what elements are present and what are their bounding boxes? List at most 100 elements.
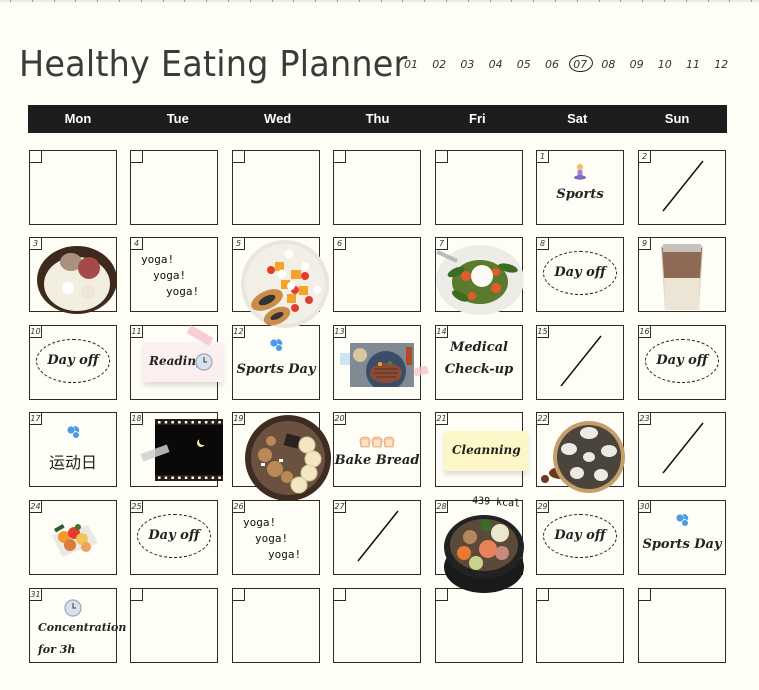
ruler-tick xyxy=(119,0,120,2)
day-cell-20[interactable]: 20 Bake Bread xyxy=(333,412,421,487)
day-number: 6 xyxy=(333,237,346,250)
day-cell-4[interactable]: 4 yoga! yoga! yoga! xyxy=(130,237,218,312)
day-cell-24[interactable]: 24 xyxy=(29,500,117,575)
diagonal-line xyxy=(537,326,623,399)
ruler-tick xyxy=(751,0,753,2)
day-number xyxy=(130,588,143,601)
day-cell-18[interactable]: 18 xyxy=(130,412,223,487)
empty-day-cell[interactable] xyxy=(130,588,218,663)
day-cell-13[interactable]: 13 xyxy=(333,325,429,400)
yoga-line: yoga! xyxy=(166,285,200,298)
day-number: 29 xyxy=(536,500,549,513)
day-number: 1 xyxy=(536,150,549,163)
note-text: Concentration xyxy=(38,621,127,634)
day-number: 13 xyxy=(333,325,346,338)
day-cell-14[interactable]: 14 Medical Check-up xyxy=(435,325,523,400)
weekday-thu: Thu xyxy=(365,111,390,126)
ruler-tick xyxy=(489,0,491,2)
day-cell-9[interactable]: 9 xyxy=(638,237,726,312)
note-text: Medical xyxy=(450,340,508,355)
month-02[interactable]: 02 xyxy=(432,58,446,71)
day-cell-29[interactable]: 29 Day off xyxy=(536,500,624,575)
day-cell-2[interactable]: 2 xyxy=(638,150,726,225)
empty-day-cell[interactable] xyxy=(536,588,624,663)
day-cell-19[interactable]: 19 xyxy=(232,412,331,501)
month-01[interactable]: 01 xyxy=(404,58,418,71)
empty-day-cell[interactable] xyxy=(232,150,320,225)
day-number: 12 xyxy=(232,325,245,338)
empty-day-cell[interactable] xyxy=(638,588,726,663)
month-11[interactable]: 11 xyxy=(686,58,700,71)
ruler-tick xyxy=(53,0,55,2)
ruler-tick xyxy=(642,0,644,2)
day-cell-1[interactable]: 1 Sports xyxy=(536,150,624,225)
empty-day-cell[interactable] xyxy=(435,150,523,225)
day-cell-11[interactable]: 11 Reading xyxy=(130,325,223,400)
ruler-tick xyxy=(620,0,622,2)
day-number xyxy=(435,588,448,601)
ruler-tick xyxy=(162,0,164,2)
month-05[interactable]: 05 xyxy=(517,58,531,71)
month-09[interactable]: 09 xyxy=(630,58,644,71)
day-cell-3[interactable]: 3 xyxy=(29,237,117,314)
month-03[interactable]: 03 xyxy=(460,58,474,71)
calorie-label: 439 kcal xyxy=(471,495,521,510)
ruler-tick xyxy=(337,0,338,2)
day-number: 18 xyxy=(130,412,143,425)
empty-day-cell[interactable] xyxy=(232,588,320,663)
empty-day-cell[interactable] xyxy=(29,150,117,225)
day-cell-16[interactable]: 16 Day off xyxy=(638,325,726,400)
note-text: Sports xyxy=(556,187,604,202)
empty-day-cell[interactable] xyxy=(333,588,421,663)
weekday-mon: Mon xyxy=(64,111,92,126)
granola-banana-bowl-photo xyxy=(243,415,333,506)
day-cell-8[interactable]: 8 Day off xyxy=(536,237,624,312)
day-cell-31[interactable]: 31 Concentration for 3h xyxy=(29,588,127,663)
yoga-line: yoga! xyxy=(268,548,302,561)
fruit-plate-photo xyxy=(237,240,333,335)
ruler-tick xyxy=(184,0,186,2)
day-cell-27[interactable]: 27 xyxy=(333,500,421,575)
day-cell-12[interactable]: 12 Sports Day xyxy=(232,325,320,400)
day-cell-23[interactable]: 23 xyxy=(638,412,726,487)
day-cell-26[interactable]: 26 yoga! yoga! yoga! xyxy=(232,500,320,575)
ruler-tick xyxy=(424,0,426,2)
day-number: 28 xyxy=(435,500,448,513)
day-off-label: Day off xyxy=(554,528,606,543)
empty-day-cell[interactable] xyxy=(130,150,218,225)
steak-dinner-photo xyxy=(340,343,429,392)
day-cell-6[interactable]: 6 xyxy=(333,237,421,312)
day-cell-7[interactable]: 7 xyxy=(435,237,524,315)
day-cell-25[interactable]: 25 Day off xyxy=(130,500,218,575)
note-text: Bake Bread xyxy=(334,453,420,468)
iced-latte-photo xyxy=(659,240,705,317)
day-number: 25 xyxy=(130,500,143,513)
ruler-tick xyxy=(555,0,556,2)
month-07[interactable]: 07 xyxy=(573,58,587,71)
day-cell-17[interactable]: 17 运动日 xyxy=(29,412,117,487)
month-10[interactable]: 10 xyxy=(658,58,672,71)
month-08[interactable]: 08 xyxy=(601,58,615,71)
day-number: 2 xyxy=(638,150,651,163)
day-cell-28[interactable]: 28 439 kcal xyxy=(435,495,524,593)
month-04[interactable]: 04 xyxy=(489,58,503,71)
day-number xyxy=(130,150,143,163)
day-cell-10[interactable]: 10 Day off xyxy=(29,325,117,400)
empty-day-cell[interactable] xyxy=(333,150,421,225)
day-cell-5[interactable]: 5 xyxy=(232,237,329,328)
ruler-tick xyxy=(97,0,99,2)
sweat-droplets-icon xyxy=(639,513,725,532)
day-number: 21 xyxy=(435,412,448,425)
washi-tape xyxy=(413,365,429,377)
ruler-tick xyxy=(358,0,360,2)
ruler-tick xyxy=(271,0,273,2)
month-12[interactable]: 12 xyxy=(714,58,728,71)
day-cell-30[interactable]: 30 Sports Day xyxy=(638,500,726,575)
day-cell-15[interactable]: 15 xyxy=(536,325,624,400)
day-number: 17 xyxy=(29,412,42,425)
day-number xyxy=(638,588,651,601)
day-cell-21[interactable]: 21 Cleanning xyxy=(435,412,528,487)
day-number xyxy=(232,588,245,601)
day-cell-22[interactable]: 22 xyxy=(536,412,625,493)
month-06[interactable]: 06 xyxy=(545,58,559,71)
